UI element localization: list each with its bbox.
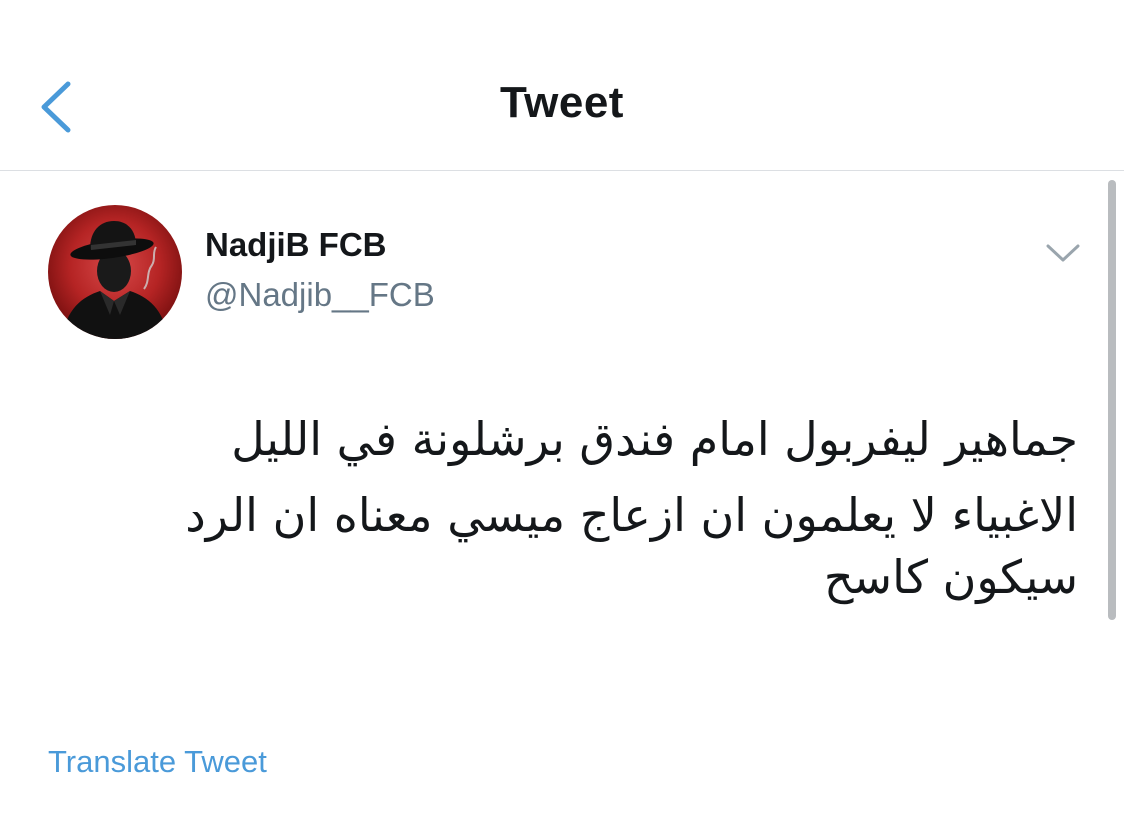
navigation-bar: Tweet: [0, 0, 1124, 171]
user-handle[interactable]: @Nadjib__FCB: [205, 276, 435, 314]
translate-tweet-link[interactable]: Translate Tweet: [48, 744, 267, 780]
avatar-silhouette-icon: [62, 221, 168, 339]
tweet-paragraph: جماهير ليفربول امام فندق برشلونة في اللي…: [231, 412, 1078, 466]
user-display-name[interactable]: NadjiB FCB: [205, 226, 387, 264]
tweet-detail-screen: Tweet NadjiB FCB @Nadjib__FCB جماهير ليف…: [0, 0, 1124, 813]
scrollbar[interactable]: [1108, 180, 1116, 620]
avatar[interactable]: [48, 205, 182, 339]
chevron-down-icon: [1046, 244, 1080, 262]
tweet-options-button[interactable]: [1040, 236, 1086, 272]
tweet-paragraph: الاغبياء لا يعلمون ان ازعاج ميسي معناه ا…: [185, 488, 1078, 604]
tweet-text: جماهير ليفربول امام فندق برشلونة في اللي…: [118, 408, 1078, 622]
page-title: Tweet: [500, 78, 624, 127]
